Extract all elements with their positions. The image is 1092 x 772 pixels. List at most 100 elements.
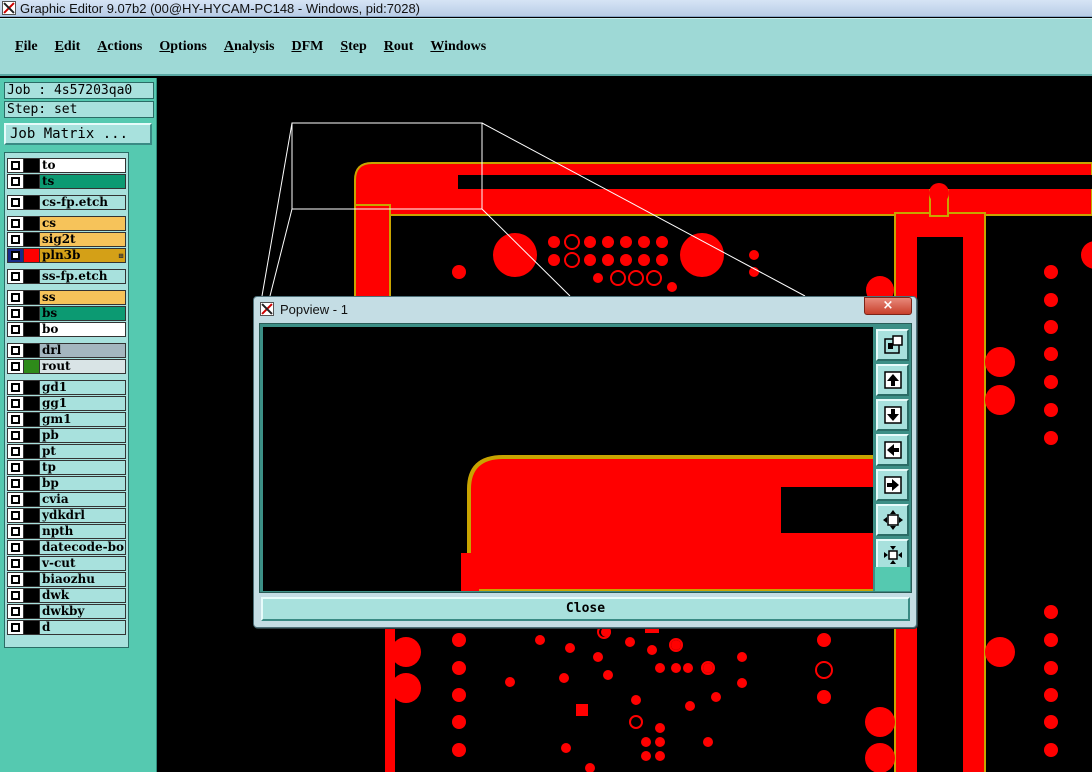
layer-checkbox[interactable]: [7, 322, 24, 337]
layer-row-to[interactable]: to: [7, 158, 126, 173]
layer-name[interactable]: gm1: [39, 412, 126, 427]
layer-row-ss-fp.etch[interactable]: ss-fp.etch: [7, 269, 126, 284]
menu-actions[interactable]: Actions: [97, 39, 142, 55]
layer-name[interactable]: biaozhu: [39, 572, 126, 587]
popview-titlebar[interactable]: Popview - 1: [254, 297, 916, 321]
layer-name[interactable]: gg1: [39, 396, 126, 411]
layer-row-gg1[interactable]: gg1: [7, 396, 126, 411]
layer-row-gd1[interactable]: gd1: [7, 380, 126, 395]
layer-row-rout[interactable]: rout: [7, 359, 126, 374]
layer-name[interactable]: d: [39, 620, 126, 635]
layer-color-swatch[interactable]: [24, 216, 39, 231]
layer-checkbox[interactable]: [7, 343, 24, 358]
layer-row-dwkby[interactable]: dwkby: [7, 604, 126, 619]
layer-checkbox[interactable]: [7, 428, 24, 443]
layer-color-swatch[interactable]: [24, 492, 39, 507]
layer-color-swatch[interactable]: [24, 359, 39, 374]
layer-color-swatch[interactable]: [24, 396, 39, 411]
layer-row-bo[interactable]: bo: [7, 322, 126, 337]
layer-checkbox[interactable]: [7, 508, 24, 523]
layer-checkbox[interactable]: [7, 444, 24, 459]
layer-checkbox[interactable]: [7, 588, 24, 603]
layer-row-v-cut[interactable]: v-cut: [7, 556, 126, 571]
layer-row-drl[interactable]: drl: [7, 343, 126, 358]
layer-color-swatch[interactable]: [24, 460, 39, 475]
layer-name[interactable]: pb: [39, 428, 126, 443]
layer-row-npth[interactable]: npth: [7, 524, 126, 539]
layer-checkbox[interactable]: [7, 556, 24, 571]
layer-checkbox[interactable]: [7, 540, 24, 555]
layer-color-swatch[interactable]: [24, 380, 39, 395]
layer-color-swatch[interactable]: [24, 412, 39, 427]
layer-name[interactable]: ts: [39, 174, 126, 189]
layer-row-pt[interactable]: pt: [7, 444, 126, 459]
layer-name[interactable]: cvia: [39, 492, 126, 507]
layer-checkbox[interactable]: [7, 306, 24, 321]
layer-checkbox[interactable]: [7, 269, 24, 284]
layer-color-swatch[interactable]: [24, 322, 39, 337]
layer-name[interactable]: to: [39, 158, 126, 173]
layer-color-swatch[interactable]: [24, 476, 39, 491]
pan-right-button[interactable]: [876, 469, 909, 501]
layer-checkbox[interactable]: [7, 216, 24, 231]
layer-checkbox[interactable]: [7, 232, 24, 247]
layer-row-cs-fp.etch[interactable]: cs-fp.etch: [7, 195, 126, 210]
pan-left-button[interactable]: [876, 434, 909, 466]
layer-color-swatch[interactable]: [24, 588, 39, 603]
layer-color-swatch[interactable]: [24, 195, 39, 210]
layer-color-swatch[interactable]: [24, 444, 39, 459]
job-matrix-button[interactable]: Job Matrix ...: [4, 123, 152, 145]
layer-checkbox[interactable]: [7, 158, 24, 173]
layer-checkbox[interactable]: [7, 492, 24, 507]
layer-color-swatch[interactable]: [24, 158, 39, 173]
layer-name[interactable]: datecode-bo: [39, 540, 126, 555]
layer-name[interactable]: ss-fp.etch: [39, 269, 126, 284]
menu-step[interactable]: Step: [340, 39, 366, 55]
layer-row-bs[interactable]: bs: [7, 306, 126, 321]
layer-color-swatch[interactable]: [24, 428, 39, 443]
popview-close-x-button[interactable]: ×: [864, 297, 912, 315]
popview-viewport[interactable]: [263, 327, 873, 591]
layer-checkbox[interactable]: [7, 476, 24, 491]
layer-name[interactable]: cs: [39, 216, 126, 231]
menu-windows[interactable]: Windows: [430, 39, 486, 55]
layer-row-dwk[interactable]: dwk: [7, 588, 126, 603]
layer-name[interactable]: dwkby: [39, 604, 126, 619]
layer-name[interactable]: rout: [39, 359, 126, 374]
layer-checkbox[interactable]: [7, 195, 24, 210]
layer-color-swatch[interactable]: [24, 174, 39, 189]
popview-close-button[interactable]: Close: [261, 597, 910, 621]
layer-name[interactable]: sig2t: [39, 232, 126, 247]
layer-color-swatch[interactable]: [24, 524, 39, 539]
layer-name[interactable]: bp: [39, 476, 126, 491]
layer-color-swatch[interactable]: [24, 232, 39, 247]
layer-row-ts[interactable]: ts: [7, 174, 126, 189]
menu-analysis[interactable]: Analysis: [224, 39, 275, 55]
layer-name[interactable]: drl: [39, 343, 126, 358]
layer-checkbox[interactable]: [7, 412, 24, 427]
layer-checkbox[interactable]: [7, 380, 24, 395]
layer-color-swatch[interactable]: [24, 556, 39, 571]
layer-row-datecode-bo[interactable]: datecode-bo: [7, 540, 126, 555]
layer-color-swatch[interactable]: [24, 306, 39, 321]
layer-row-bp[interactable]: bp: [7, 476, 126, 491]
layer-checkbox[interactable]: [7, 396, 24, 411]
layer-checkbox[interactable]: [7, 604, 24, 619]
layer-color-swatch[interactable]: [24, 620, 39, 635]
layer-row-sig2t[interactable]: sig2t: [7, 232, 126, 247]
layer-name[interactable]: ss: [39, 290, 126, 305]
layer-row-tp[interactable]: tp: [7, 460, 126, 475]
layer-checkbox[interactable]: [7, 524, 24, 539]
layer-name[interactable]: dwk: [39, 588, 126, 603]
layer-name[interactable]: v-cut: [39, 556, 126, 571]
layer-color-swatch[interactable]: [24, 508, 39, 523]
layer-name[interactable]: cs-fp.etch: [39, 195, 126, 210]
menu-rout[interactable]: Rout: [384, 39, 414, 55]
layer-checkbox[interactable]: [7, 290, 24, 305]
menu-dfm[interactable]: DFM: [291, 39, 323, 55]
layer-row-ss[interactable]: ss: [7, 290, 126, 305]
pan-down-button[interactable]: [876, 399, 909, 431]
layer-color-swatch[interactable]: [24, 604, 39, 619]
layer-row-ydkdrl[interactable]: ydkdrl: [7, 508, 126, 523]
layer-name[interactable]: bs: [39, 306, 126, 321]
